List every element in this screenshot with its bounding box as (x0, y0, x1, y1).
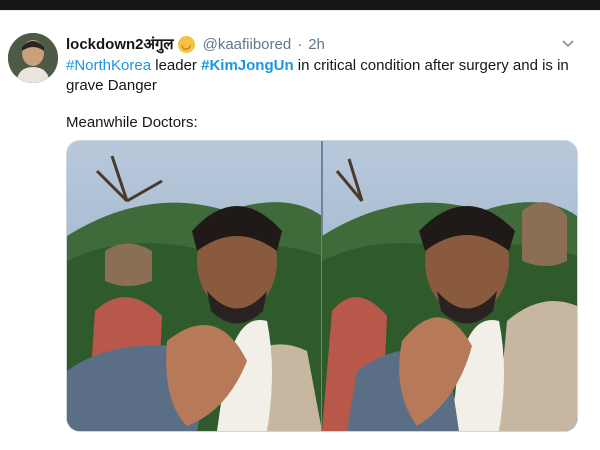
hashtag-kimjongun[interactable]: #KimJongUn (201, 57, 294, 74)
tweet-text: #NorthKorea leader #KimJongUn in critica… (66, 56, 576, 96)
hashtag-northkorea[interactable]: #NorthKorea (66, 57, 151, 74)
display-name[interactable]: lockdown2अंगुल (66, 34, 174, 54)
divider (0, 10, 600, 11)
chevron-down-icon[interactable] (560, 36, 576, 52)
tweet-second-line: Meanwhile Doctors: (66, 114, 198, 131)
separator-dot: · (297, 35, 303, 53)
face-emoji-icon: ◡ (177, 35, 195, 53)
tweet-media-image[interactable] (66, 140, 578, 432)
tweet-header: lockdown2अंगुल ◡ @kaafiibored · 2h (66, 34, 576, 54)
avatar[interactable] (8, 33, 58, 83)
timestamp[interactable]: 2h (308, 36, 325, 53)
tweet-word-leader: leader (155, 57, 197, 74)
top-dark-bar (0, 0, 600, 10)
user-handle[interactable]: @kaafiibored (203, 36, 292, 53)
